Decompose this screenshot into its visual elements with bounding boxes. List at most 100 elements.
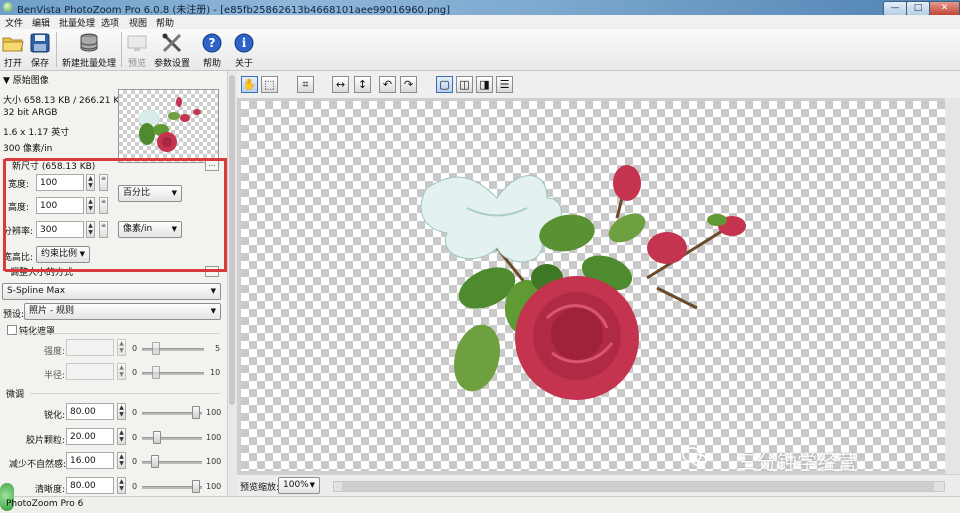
resolution-input[interactable]: 300 <box>36 221 84 238</box>
horizontal-scrollbar[interactable] <box>333 481 945 492</box>
preset-select[interactable]: 照片 - 规则 ▼ <box>24 303 221 320</box>
annotation-arrow-bottom <box>5 269 227 272</box>
info-icon: i <box>234 33 254 53</box>
hand-tool-button[interactable]: ✋ <box>241 76 258 93</box>
help-button[interactable]: ? 帮助 <box>200 31 224 69</box>
width-link-button[interactable]: ≡ <box>99 174 108 191</box>
side-by-side-button[interactable]: ◨ <box>476 76 493 93</box>
annotation-line-left <box>3 159 6 271</box>
height-label: 高度: <box>8 203 30 213</box>
preview-canvas[interactable]: 三分钟学经营 <box>237 98 960 474</box>
aspect-select[interactable]: 约束比例 ▼ <box>36 246 90 263</box>
width-input[interactable]: 100 <box>36 174 84 191</box>
resolution-unit-select[interactable]: 像素/in ▼ <box>118 221 182 238</box>
zoom-label: 预览缩放: <box>240 483 280 493</box>
zoom-value: 100% <box>283 480 309 490</box>
sharpen-stepper[interactable]: ▲ ▼ <box>117 403 126 420</box>
fine-tune-header: 微调 <box>6 390 25 400</box>
resolution-label: 分辨率: <box>3 227 34 237</box>
original-image-header[interactable]: ▼ 原始图像 <box>3 73 49 86</box>
resolution-link-button[interactable]: ≡ <box>99 221 108 238</box>
rotate-left-button[interactable]: ↶ <box>379 76 396 93</box>
settings-button[interactable]: 参数设置 <box>154 31 190 69</box>
minimize-button[interactable]: — <box>883 1 907 16</box>
save-button[interactable]: 保存 <box>28 31 52 69</box>
width-stepper[interactable]: ▲ ▼ <box>86 174 95 191</box>
panel-scrollbar[interactable] <box>227 71 237 496</box>
algorithm-select[interactable]: S-Spline Max ▼ <box>2 283 221 300</box>
strength-stepper[interactable]: ▲ ▼ <box>117 339 126 356</box>
resolution-stepper[interactable]: ▲ ▼ <box>86 221 95 238</box>
menu-file[interactable]: 文件 <box>5 16 23 29</box>
height-input[interactable]: 100 <box>36 197 84 214</box>
radius-stepper[interactable]: ▲ ▼ <box>117 363 126 380</box>
menu-batch[interactable]: 批量处理 <box>59 16 95 29</box>
clarity-input[interactable]: 80.00 <box>66 477 114 494</box>
title-bar: BenVista PhotoZoom Pro 6.0.8 (未注册) - [e8… <box>0 0 960 16</box>
rose-image <box>420 165 746 400</box>
horizontal-scrollbar-thumb[interactable] <box>342 482 934 491</box>
sharpen-input[interactable]: 80.00 <box>66 403 114 420</box>
radius-slider-knob[interactable] <box>152 366 160 379</box>
new-batch-button[interactable]: 新建批量处理 <box>61 31 117 69</box>
zoom-select[interactable]: 100% ▼ <box>278 477 320 494</box>
preview-label: 预览 <box>127 59 146 69</box>
sharpen-label: 锐化: <box>44 411 66 421</box>
unit-select[interactable]: 百分比 ▼ <box>118 185 182 202</box>
radius-max: 10 <box>210 368 221 377</box>
strength-min: 0 <box>132 344 138 353</box>
menu-help[interactable]: 帮助 <box>156 16 174 29</box>
grain-stepper[interactable]: ▲ ▼ <box>117 428 126 445</box>
about-label: 关于 <box>234 59 253 69</box>
radius-label: 半径: <box>44 371 66 381</box>
grain-slider-knob[interactable] <box>152 431 161 444</box>
rotate-right-button[interactable]: ↷ <box>400 76 417 93</box>
crop-tool-button[interactable]: ⌗ <box>297 76 314 93</box>
wechat-icon <box>682 447 707 467</box>
grain-input[interactable]: 20.00 <box>66 428 114 445</box>
artifact-label: 减少不自然感: <box>9 460 67 470</box>
chevron-down-icon: ▼ <box>171 189 177 197</box>
maximize-button[interactable]: □ <box>906 1 930 16</box>
menu-view[interactable]: 视图 <box>129 16 147 29</box>
select-tool-button[interactable]: ⬚ <box>261 76 278 93</box>
grain-label: 胶片颗粒: <box>26 436 66 446</box>
menu-options[interactable]: 选项 <box>101 16 119 29</box>
fit-width-button[interactable]: ↔ <box>332 76 349 93</box>
more-button[interactable]: ... <box>205 160 219 171</box>
fit-height-button[interactable]: ↕ <box>354 76 371 93</box>
clarity-slider-knob[interactable] <box>191 480 200 493</box>
radius-input[interactable] <box>66 363 114 380</box>
preview-button[interactable]: 预览 <box>125 31 149 69</box>
wechat-logo-icon <box>682 446 708 468</box>
artifact-stepper[interactable]: ▲ ▼ <box>117 452 126 469</box>
open-button[interactable]: 打开 <box>1 31 25 69</box>
strength-slider-knob[interactable] <box>152 342 160 355</box>
artifact-min: 0 <box>132 457 138 466</box>
watermark-text: 三分钟学经营 <box>737 450 857 474</box>
help-icon: ? <box>202 33 222 53</box>
height-link-button[interactable]: ≡ <box>99 197 108 214</box>
grain-slider[interactable] <box>142 437 202 440</box>
svg-text:?: ? <box>209 36 216 50</box>
unit-select-value: 百分比 <box>123 188 151 198</box>
rose-thumbnail <box>138 97 201 152</box>
split-view-button[interactable]: ◫ <box>456 76 473 93</box>
stacked-view-button[interactable]: ☰ <box>496 76 513 93</box>
aspect-select-value: 约束比例 <box>41 249 78 259</box>
artifact-slider-knob[interactable] <box>150 455 159 468</box>
height-stepper[interactable]: ▲ ▼ <box>86 197 95 214</box>
about-button[interactable]: i 关于 <box>232 31 256 69</box>
single-view-button[interactable]: ▢ <box>436 76 453 93</box>
sharpen-slider-knob[interactable] <box>191 406 200 419</box>
canvas-vertical-scrollbar[interactable] <box>945 98 960 474</box>
menu-edit[interactable]: 编辑 <box>32 16 50 29</box>
divider <box>30 393 220 394</box>
original-resolution: 300 像素/in <box>3 144 53 154</box>
close-button[interactable]: ✕ <box>929 1 960 16</box>
panel-scrollbar-thumb[interactable] <box>229 75 235 405</box>
artifact-input[interactable]: 16.00 <box>66 452 114 469</box>
clarity-stepper[interactable]: ▲ ▼ <box>117 477 126 494</box>
clarity-label: 清晰度: <box>35 485 66 495</box>
strength-input[interactable] <box>66 339 114 356</box>
